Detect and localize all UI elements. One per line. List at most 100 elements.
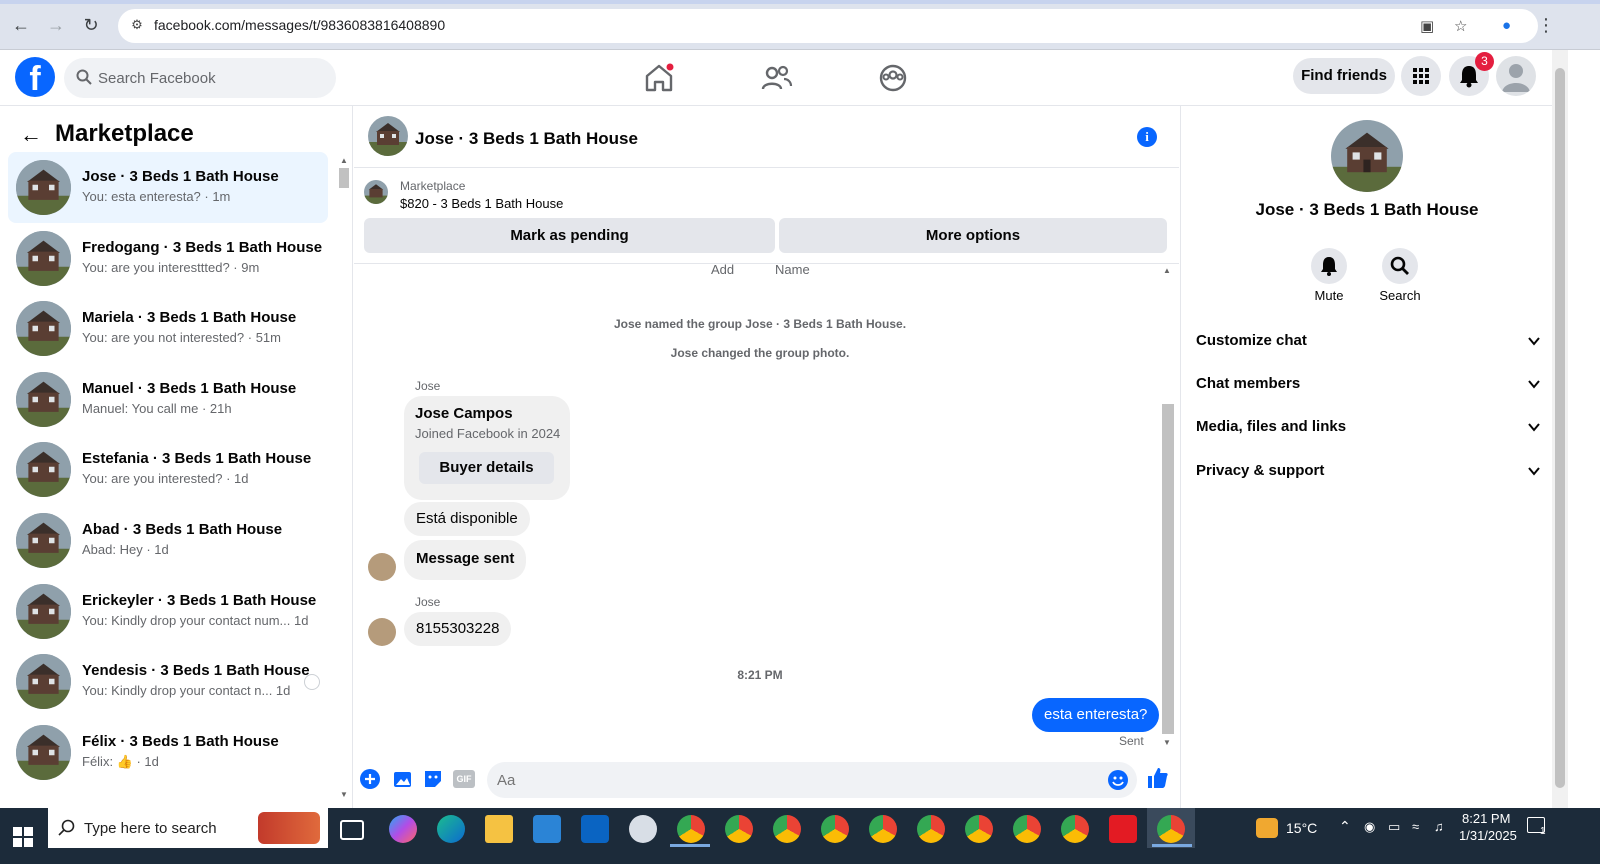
customize-chat-section[interactable]: Customize chat: [1196, 326, 1541, 356]
conversation-item[interactable]: Manuel · 3 Beds 1 Bath House Manuel: You …: [8, 364, 328, 435]
chrome-active-icon[interactable]: [1157, 815, 1185, 843]
search-box[interactable]: [64, 58, 336, 98]
conversation-item[interactable]: Jose · 3 Beds 1 Bath House You: esta ente…: [8, 152, 328, 223]
emoji-icon[interactable]: [1107, 769, 1129, 791]
weather-temp[interactable]: 15°C: [1286, 820, 1317, 836]
find-friends-button[interactable]: Find friends: [1293, 58, 1395, 94]
meet-icon[interactable]: ◉: [1364, 819, 1375, 835]
message-bubble[interactable]: 8155303228: [404, 612, 512, 646]
chrome-profile-icon[interactable]: [965, 815, 993, 843]
more-options-button[interactable]: More options: [779, 218, 1167, 253]
scrollbar-thumb[interactable]: [1555, 68, 1565, 788]
chrome-profile-icon[interactable]: [677, 815, 705, 843]
message-bubble[interactable]: Está disponible: [404, 502, 530, 536]
forward-icon[interactable]: →: [45, 14, 67, 36]
windows-taskbar: Type here to search 15°C ⌃ ◉ ▭ ≈ ♫ 8:21 …: [0, 808, 1600, 864]
clock-time[interactable]: 8:21 PM: [1462, 811, 1510, 826]
notification-badge: 3: [1475, 52, 1494, 71]
mute-button[interactable]: Mute: [1289, 248, 1369, 303]
battery-icon[interactable]: ▭: [1388, 819, 1400, 835]
wifi-icon[interactable]: ≈: [1412, 819, 1419, 834]
edge-icon[interactable]: [437, 815, 465, 843]
conversation-item[interactable]: Abad · 3 Beds 1 Bath House Abad: Hey · 1d: [8, 505, 328, 576]
chrome-profile-icon[interactable]: [917, 815, 945, 843]
facebook-logo-icon[interactable]: f: [15, 57, 55, 97]
bookmark-star-icon[interactable]: ☆: [1454, 17, 1467, 35]
weather-icon[interactable]: [1256, 818, 1278, 838]
search-button[interactable]: Search: [1360, 248, 1440, 303]
message-input[interactable]: [497, 762, 1097, 798]
thumbs-up-icon[interactable]: [1146, 766, 1170, 790]
outgoing-message-bubble[interactable]: esta enteresta?: [1032, 698, 1160, 732]
chrome-profile-icon[interactable]: [725, 815, 753, 843]
scrollbar-thumb[interactable]: [339, 168, 349, 188]
chat-avatar[interactable]: [368, 116, 408, 156]
gif-icon[interactable]: GIF: [453, 770, 475, 788]
conversation-avatar: [16, 371, 71, 427]
menu-grid-button[interactable]: [1401, 56, 1441, 96]
conversation-item[interactable]: Erickeyler · 3 Beds 1 Bath House You: Kin…: [8, 576, 328, 647]
home-icon[interactable]: [642, 62, 676, 94]
url-text[interactable]: facebook.com/messages/t/9836083816408890: [154, 17, 445, 33]
groups-icon[interactable]: [876, 62, 910, 94]
plus-circle-icon[interactable]: [359, 768, 381, 790]
site-info-icon[interactable]: ⚙: [128, 17, 146, 35]
sender-avatar[interactable]: [368, 553, 396, 581]
chrome-profile-icon[interactable]: [821, 815, 849, 843]
listing-title[interactable]: $820 - 3 Beds 1 Bath House: [400, 196, 563, 211]
sidebar-scrollbar[interactable]: ▲ ▼: [337, 152, 351, 802]
thread-scrollbar[interactable]: ▲ ▼: [1160, 264, 1174, 750]
app-icon[interactable]: [629, 815, 657, 843]
chat-title[interactable]: Jose · 3 Beds 1 Bath House: [415, 129, 638, 149]
store-icon[interactable]: [533, 815, 561, 843]
scrollbar-thumb[interactable]: [1162, 404, 1174, 734]
buyer-details-button[interactable]: Buyer details: [419, 452, 554, 484]
chevron-up-icon[interactable]: ⌃: [1339, 818, 1351, 835]
info-icon[interactable]: i: [1137, 127, 1157, 147]
chat-header: Jose · 3 Beds 1 Bath House i: [354, 106, 1179, 168]
profile-icon[interactable]: ●: [1502, 17, 1511, 34]
taskbar-search-box[interactable]: Type here to search: [48, 808, 328, 848]
chrome-profile-icon[interactable]: [1061, 815, 1089, 843]
house-photo-icon: [16, 512, 71, 568]
anydesk-icon[interactable]: [1109, 815, 1137, 843]
reload-icon[interactable]: ↻: [80, 14, 102, 36]
account-avatar[interactable]: [1496, 56, 1536, 96]
chrome-profile-icon[interactable]: [773, 815, 801, 843]
page-scrollbar[interactable]: [1552, 50, 1568, 808]
conversation-item[interactable]: Mariela · 3 Beds 1 Bath House You: are yo…: [8, 293, 328, 364]
clock-date[interactable]: 1/31/2025: [1459, 828, 1517, 843]
install-icon[interactable]: ▣: [1420, 17, 1434, 35]
back-icon[interactable]: ←: [10, 14, 32, 36]
photo-icon[interactable]: [391, 768, 413, 790]
file-explorer-icon[interactable]: [485, 815, 513, 843]
conversation-name: Erickeyler · 3 Beds 1 Bath House: [82, 591, 317, 609]
chrome-profile-icon[interactable]: [869, 815, 897, 843]
mute-label: Mute: [1314, 288, 1344, 303]
message-input-box[interactable]: [487, 762, 1137, 798]
chrome-profile-icon[interactable]: [1013, 815, 1041, 843]
conversation-item[interactable]: Fredogang · 3 Beds 1 Bath House You: are …: [8, 223, 328, 294]
message-bubble[interactable]: Message sent: [404, 540, 527, 580]
friends-icon[interactable]: [760, 62, 794, 94]
conversation-item[interactable]: Félix · 3 Beds 1 Bath House Félix: 👍 · 1d: [8, 717, 328, 788]
copilot-icon[interactable]: [389, 815, 417, 843]
back-arrow-icon[interactable]: ←: [20, 122, 42, 148]
group-photo[interactable]: [1331, 120, 1403, 192]
mark-as-pending-button[interactable]: Mark as pending: [364, 218, 775, 253]
conversation-item[interactable]: Yendesis · 3 Beds 1 Bath House You: Kindl…: [8, 646, 328, 717]
sender-avatar[interactable]: [368, 618, 396, 646]
conversation-item[interactable]: Estefania · 3 Beds 1 Bath House You: are …: [8, 434, 328, 505]
task-view-icon[interactable]: [340, 820, 364, 840]
chat-members-section[interactable]: Chat members: [1196, 369, 1541, 399]
listing-thumbnail[interactable]: [364, 180, 388, 204]
outlook-icon[interactable]: [581, 815, 609, 843]
volume-icon[interactable]: ♫: [1434, 819, 1444, 834]
address-bar[interactable]: ⚙ facebook.com/messages/t/98360838164088…: [118, 9, 1538, 43]
windows-start-icon[interactable]: [12, 826, 34, 848]
media-files-links-section[interactable]: Media, files and links: [1196, 412, 1541, 442]
search-input[interactable]: [98, 58, 326, 98]
sticker-icon[interactable]: [422, 768, 444, 790]
privacy-support-section[interactable]: Privacy & support: [1196, 456, 1541, 486]
menu-dots-icon[interactable]: ⋮: [1535, 14, 1557, 36]
